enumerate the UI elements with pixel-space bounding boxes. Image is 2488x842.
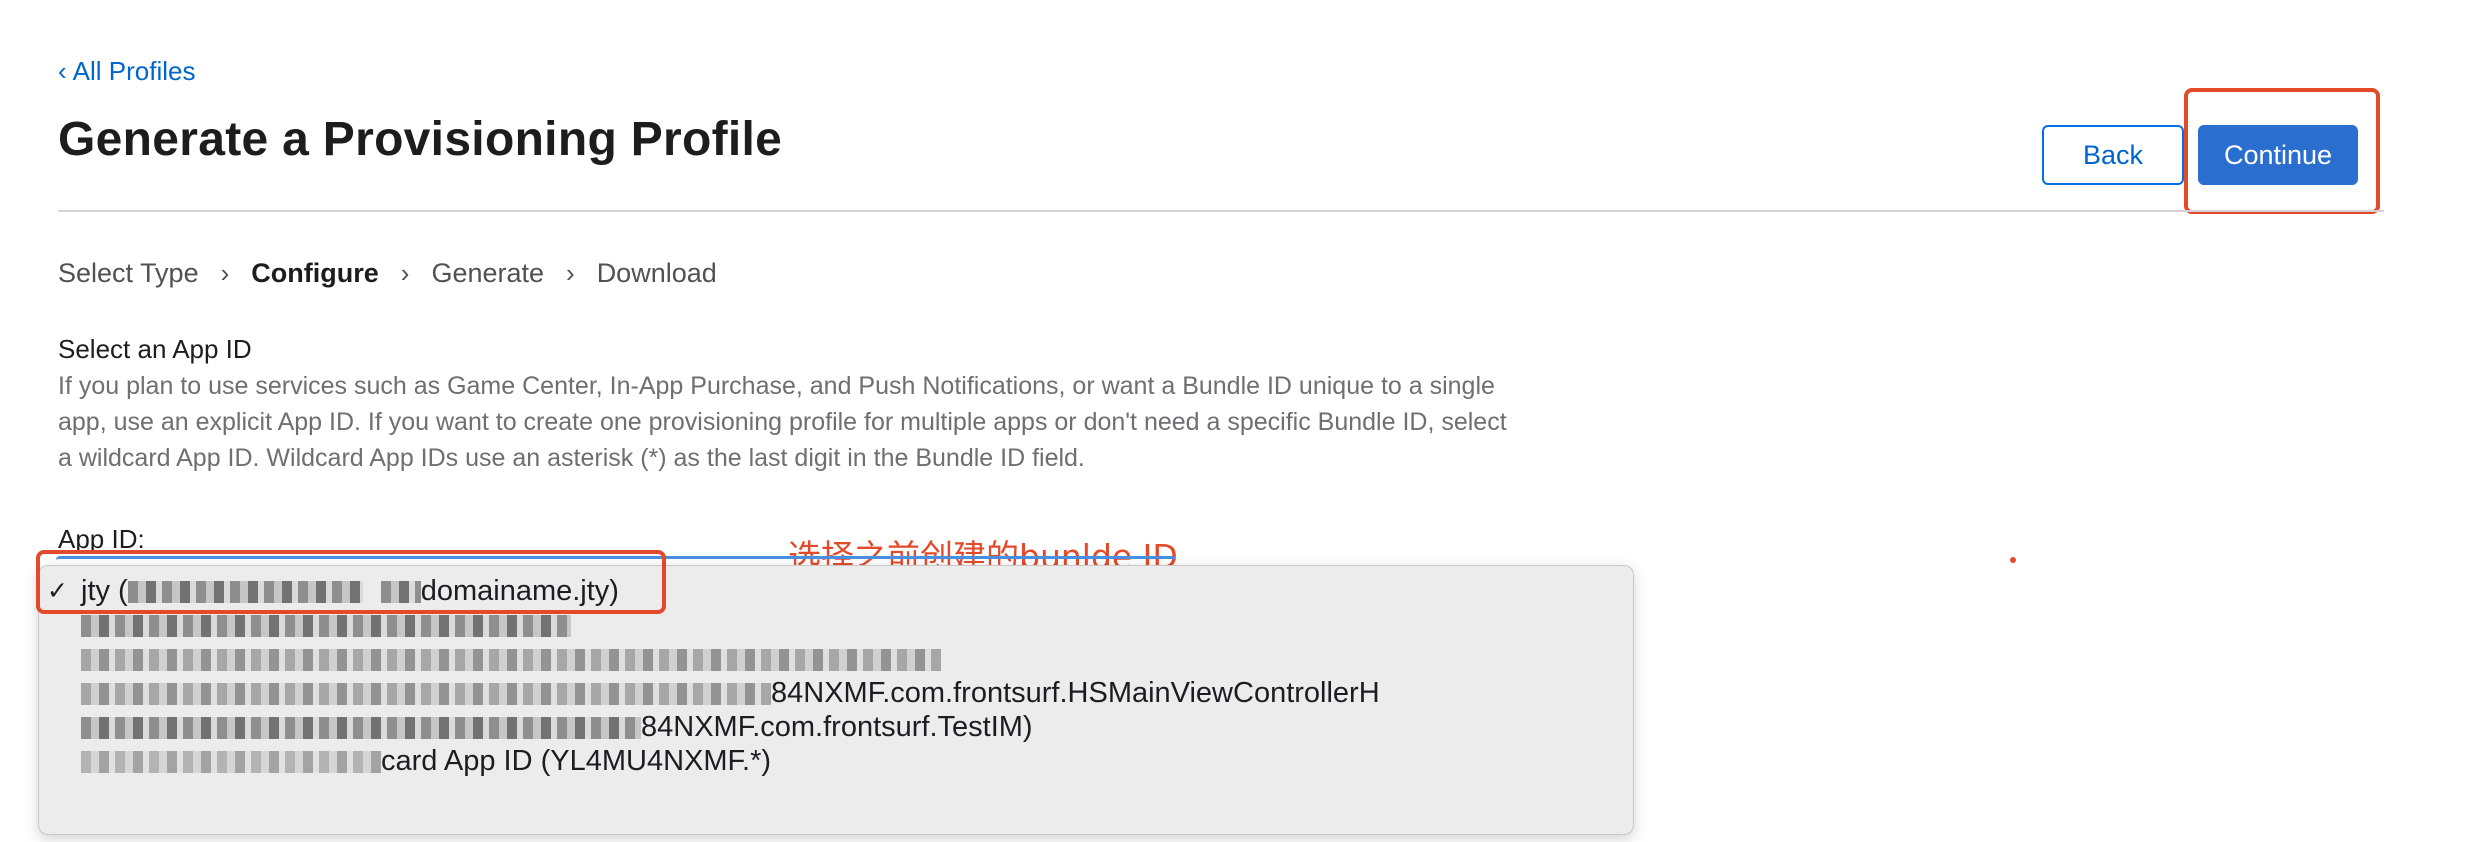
provisioning-profile-page: ‹ All Profiles Generate a Provisioning Pr… xyxy=(0,0,2488,842)
page-title: Generate a Provisioning Profile xyxy=(58,113,783,166)
step-generate: Generate xyxy=(431,258,545,288)
back-button[interactable]: Back xyxy=(2042,125,2184,185)
chevron-right-icon: › xyxy=(566,258,575,288)
all-profiles-link[interactable]: ‹ All Profiles xyxy=(58,56,196,87)
section-description: If you plan to use services such as Game… xyxy=(58,372,1507,472)
chevron-right-icon: › xyxy=(400,258,410,288)
chevron-left-icon: ‹ xyxy=(58,56,67,86)
continue-highlight-box xyxy=(2184,88,2380,214)
step-download: Download xyxy=(596,258,717,288)
step-breadcrumb: Select Type › Configure › Generate › Dow… xyxy=(58,258,717,289)
step-configure: Configure xyxy=(251,258,379,288)
redacted-text xyxy=(81,717,641,740)
redacted-text xyxy=(81,649,941,672)
option-text-suffix: card App ID (YL4MU4NXMF.*) xyxy=(381,745,772,777)
redacted-text xyxy=(81,751,381,774)
app-id-option[interactable] xyxy=(39,642,1633,676)
all-profiles-label: All Profiles xyxy=(72,56,196,86)
redacted-text xyxy=(81,615,571,638)
app-id-option[interactable]: 84NXMF.com.frontsurf.TestIM) xyxy=(39,710,1633,744)
annotation-dot xyxy=(2010,557,2016,563)
section-title: Select an App ID xyxy=(58,334,252,364)
redacted-text xyxy=(81,683,771,706)
step-select-type: Select Type xyxy=(58,258,199,288)
chevron-right-icon: › xyxy=(220,258,230,288)
title-divider xyxy=(58,210,2384,212)
app-id-option[interactable]: 84NXMF.com.frontsurf.HSMainViewControlle… xyxy=(39,676,1633,710)
selected-option-highlight-box xyxy=(36,550,666,614)
option-text-suffix: 84NXMF.com.frontsurf.TestIM) xyxy=(641,711,1033,743)
option-text-suffix: 84NXMF.com.frontsurf.HSMainViewControlle… xyxy=(771,677,1380,709)
app-id-option[interactable]: card App ID (YL4MU4NXMF.*) xyxy=(39,744,1633,778)
